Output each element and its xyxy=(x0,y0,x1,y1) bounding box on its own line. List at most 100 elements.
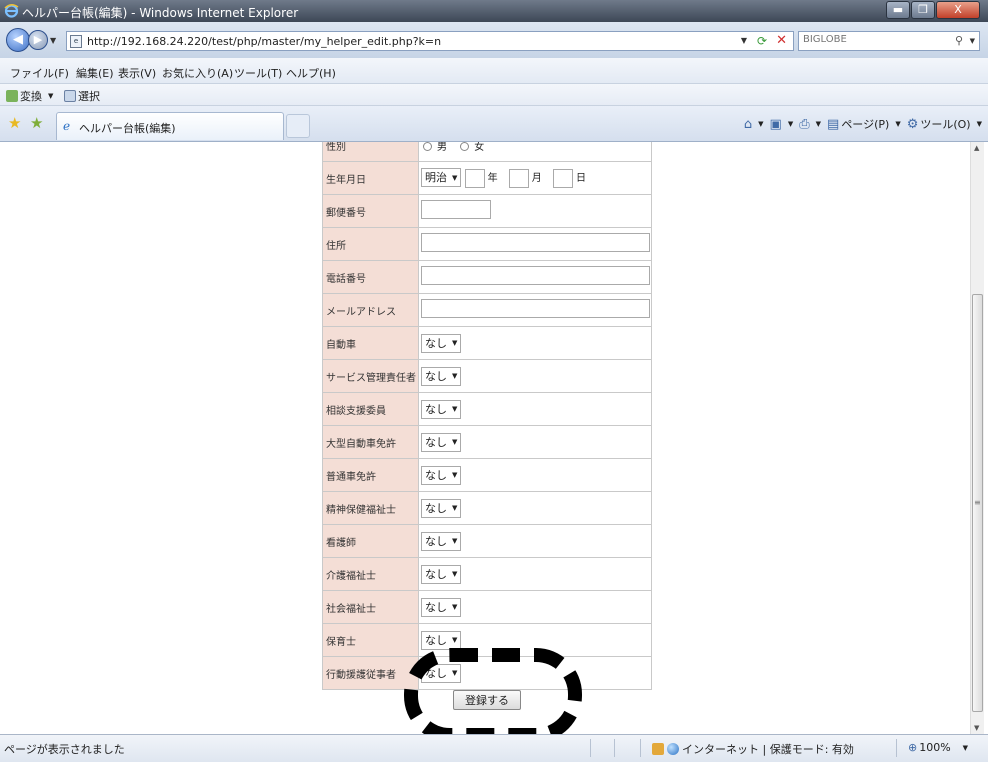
large-license-label: 大型自動車免許 xyxy=(322,425,419,459)
address-input[interactable] xyxy=(421,233,650,252)
gender-label: 性別 xyxy=(322,142,419,162)
menu-help[interactable]: ヘルプ(H) xyxy=(286,65,336,81)
birth-month-input[interactable] xyxy=(508,168,529,188)
chevron-down-icon: ▼ xyxy=(452,438,458,446)
table-row: 看護師 なし ▼ xyxy=(322,524,652,558)
psychiatric-social-worker-value: なし xyxy=(425,501,447,515)
table-row: 社会福祉士 なし ▼ xyxy=(322,590,652,624)
car-label: 自動車 xyxy=(322,326,419,360)
search-dropdown-icon[interactable]: ▼ xyxy=(970,37,975,45)
menu-view[interactable]: 表示(V) xyxy=(118,65,156,81)
era-select[interactable]: 明治 ▼ xyxy=(421,168,462,188)
table-row: 性別 男 女 xyxy=(322,142,652,162)
childcare-worker-select[interactable]: なし ▼ xyxy=(421,630,462,650)
service-manager-select[interactable]: なし ▼ xyxy=(421,366,462,386)
chevron-down-icon: ▼ xyxy=(452,339,458,347)
tab-helper-ledger[interactable]: ℯ ヘルパー台帳(編集) xyxy=(56,112,284,140)
search-icon[interactable]: ⚲ xyxy=(955,34,963,47)
gender-male-radio[interactable] xyxy=(423,142,432,151)
page-dropdown-icon[interactable]: ▼ xyxy=(895,120,900,128)
chevron-down-icon: ▼ xyxy=(452,537,458,545)
address-field[interactable]: e http://192.168.24.220/test/php/master/… xyxy=(66,31,794,51)
day-unit: 日 xyxy=(575,173,586,185)
minimize-button[interactable]: ▬ xyxy=(886,1,910,19)
scroll-up-icon[interactable]: ▲ xyxy=(974,144,979,152)
table-row: 電話番号 xyxy=(322,260,652,294)
favorites-star-icon[interactable]: ★ xyxy=(8,114,21,132)
convert-icon xyxy=(6,90,18,102)
phone-input[interactable] xyxy=(421,266,650,285)
command-bar: ⌂ ▼ ▣ ▼ ⎙ ▼ ▤ ページ(P) ▼ ⚙ ツール(O) ▼ xyxy=(738,116,982,132)
convert-dropdown-icon[interactable]: ▼ xyxy=(48,92,53,100)
chevron-down-icon: ▼ xyxy=(452,636,458,644)
history-dropdown-icon[interactable]: ▼ xyxy=(50,36,56,45)
psychiatric-social-worker-select[interactable]: なし ▼ xyxy=(421,498,462,518)
close-button[interactable]: X xyxy=(936,1,980,19)
feeds-dropdown-icon[interactable]: ▼ xyxy=(788,120,793,128)
register-button[interactable]: 登録する xyxy=(453,690,521,710)
tab-label: ヘルパー台帳(編集) xyxy=(79,122,176,135)
large-license-select[interactable]: なし ▼ xyxy=(421,432,462,452)
home-icon[interactable]: ⌂ xyxy=(744,117,752,132)
consultation-support-value: なし xyxy=(425,402,447,416)
care-worker-select[interactable]: なし ▼ xyxy=(421,564,462,584)
birth-year-input[interactable] xyxy=(464,168,485,188)
era-value: 明治 xyxy=(425,171,447,185)
address-dropdown-icon[interactable]: ▼ xyxy=(741,36,747,45)
chevron-down-icon: ▼ xyxy=(452,669,458,677)
back-button[interactable]: ◀ xyxy=(6,28,30,52)
table-row: メールアドレス xyxy=(322,293,652,327)
email-label: メールアドレス xyxy=(322,293,419,327)
consultation-support-select[interactable]: なし ▼ xyxy=(421,399,462,419)
menu-file[interactable]: ファイル(F) xyxy=(10,65,69,81)
tools-gear-icon: ⚙ xyxy=(906,116,919,132)
menu-favorites[interactable]: お気に入り(A) xyxy=(162,65,233,81)
social-worker-select[interactable]: なし ▼ xyxy=(421,597,462,617)
vertical-scrollbar[interactable]: ▲ ≡ ▼ xyxy=(970,142,984,734)
security-zone[interactable]: インターネット | 保護モード: 有効 xyxy=(652,741,854,757)
chevron-down-icon: ▼ xyxy=(452,504,458,512)
email-input[interactable] xyxy=(421,299,650,318)
regular-license-select[interactable]: なし ▼ xyxy=(421,465,462,485)
gender-female-radio[interactable] xyxy=(460,142,470,151)
window-title: ヘルパー台帳(編集) - Windows Internet Explorer xyxy=(22,6,299,20)
gender-female-label: 女 xyxy=(474,142,485,153)
table-row: 相談支援委員 なし ▼ xyxy=(322,392,652,426)
url-text[interactable]: http://192.168.24.220/test/php/master/my… xyxy=(87,35,441,48)
zoom-control[interactable]: ⊕ 100% ▼ xyxy=(908,741,968,754)
new-tab-button[interactable] xyxy=(286,114,310,138)
behavior-support-select[interactable]: なし ▼ xyxy=(421,663,462,683)
ie-page-icon: ℯ xyxy=(63,119,71,133)
print-dropdown-icon[interactable]: ▼ xyxy=(816,120,821,128)
tools-menu[interactable]: ツール(O) xyxy=(920,116,970,132)
chevron-down-icon: ▼ xyxy=(452,372,458,380)
convert-button[interactable]: 変換 ▼ xyxy=(6,88,53,104)
birth-day-input[interactable] xyxy=(552,168,573,188)
search-input[interactable] xyxy=(803,34,953,45)
feeds-icon[interactable]: ▣ xyxy=(770,117,782,132)
menu-tools[interactable]: ツール(T) xyxy=(234,65,282,81)
menu-bar: ファイル(F) 編集(E) 表示(V) お気に入り(A) ツール(T) ヘルプ(… xyxy=(0,58,988,84)
maximize-button[interactable]: ❐ xyxy=(911,1,935,19)
ie-logo-icon xyxy=(4,3,19,18)
page-menu-icon: ▤ xyxy=(827,116,840,132)
add-favorites-icon[interactable]: ★ xyxy=(30,114,43,132)
postal-code-input[interactable] xyxy=(421,200,491,219)
page-menu[interactable]: ページ(P) xyxy=(841,116,889,132)
print-icon[interactable]: ⎙ xyxy=(799,117,809,132)
home-dropdown-icon[interactable]: ▼ xyxy=(758,120,763,128)
back-arrow-icon: ◀ xyxy=(13,32,23,47)
refresh-icon[interactable]: ⟳ xyxy=(757,34,767,48)
scroll-down-icon[interactable]: ▼ xyxy=(974,724,979,732)
stop-icon[interactable]: ✕ xyxy=(776,33,787,48)
menu-edit[interactable]: 編集(E) xyxy=(76,65,114,81)
search-box[interactable]: ⚲ ▼ xyxy=(798,31,980,51)
car-select[interactable]: なし ▼ xyxy=(421,333,462,353)
forward-button[interactable]: ▶ xyxy=(28,30,48,50)
nurse-label: 看護師 xyxy=(322,524,419,558)
tools-dropdown-icon[interactable]: ▼ xyxy=(977,120,982,128)
nurse-select[interactable]: なし ▼ xyxy=(421,531,462,551)
regular-license-label: 普通車免許 xyxy=(322,458,419,492)
select-button[interactable]: 選択 xyxy=(64,88,100,104)
zoom-dropdown-icon[interactable]: ▼ xyxy=(963,744,968,752)
